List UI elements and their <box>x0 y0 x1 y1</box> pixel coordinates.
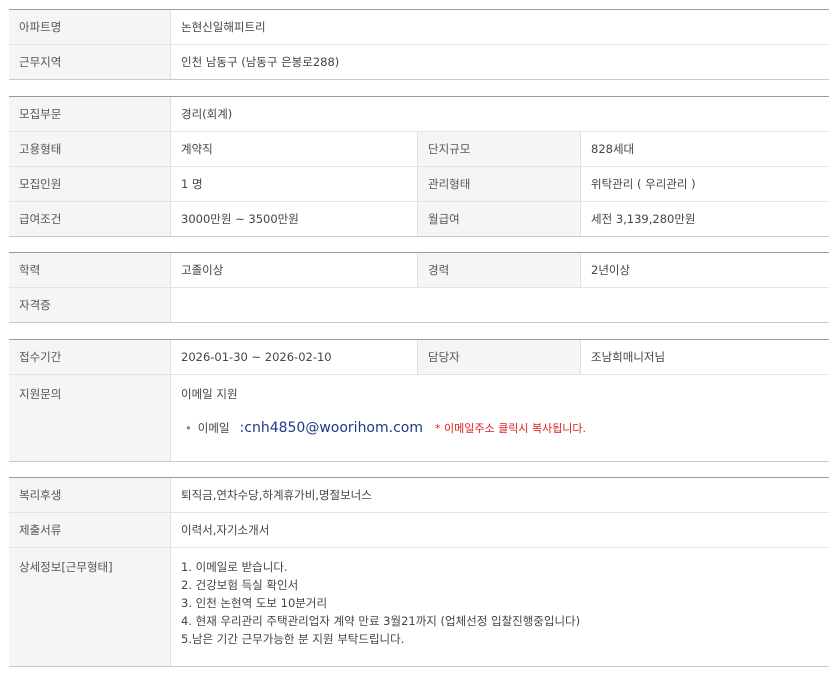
education-value: 고졸이상 <box>171 253 418 287</box>
headcount-value: 1 명 <box>171 167 418 201</box>
category-row: 모집부문 경리(회계) <box>9 97 829 131</box>
inquiry-value: 이메일 지원 • 이메일 :cnh4850@woorihom.com * 이메일… <box>171 375 829 461</box>
work-area-value: 인천 남동구 (남동구 은봉로288) <box>181 55 340 69</box>
headcount-row: 모집인원 1 명 관리형태 위탁관리 ( 우리관리 ) <box>9 166 829 201</box>
apartment-value: 논현신일해피트리 <box>181 20 266 34</box>
detail-line: 3. 인천 논현역 도보 10분거리 <box>181 596 328 610</box>
extra-info-table: 복리후생 퇴직금,연차수당,하계휴가비,명절보너스 제출서류 이력서,자기소개서… <box>9 477 829 667</box>
qualification-table: 학력 고졸이상 경력 2년이상 자격증 <box>9 252 829 323</box>
management-value: 위탁관리 ( 우리관리 ) <box>591 177 696 191</box>
salary-label: 급여조건 <box>9 202 171 236</box>
period-label: 접수기간 <box>9 340 171 374</box>
bullet-icon: • <box>185 421 192 435</box>
email-copy-note: * 이메일주소 클릭시 복사됩니다. <box>435 422 587 435</box>
work-area-label: 근무지역 <box>9 45 171 79</box>
manager-value: 조남희매니저님 <box>591 350 666 364</box>
salary-value: 3000만원 ~ 3500만원 <box>171 202 418 236</box>
monthly-salary-label: 월급여 <box>418 202 581 236</box>
work-area-row: 근무지역 인천 남동구 (남동구 은봉로288) <box>9 44 829 79</box>
license-value <box>171 288 829 322</box>
application-table: 접수기간 2026-01-30 ~ 2026-02-10 담당자 조남희매니저님… <box>9 339 829 462</box>
apartment-row: 아파트명 논현신일해피트리 <box>9 10 829 44</box>
recruit-info-table: 모집부문 경리(회계) 고용형태 계약직 단지규모 828세대 모집인원 1 명… <box>9 96 829 237</box>
detail-label: 상세정보[근무형태] <box>9 548 171 666</box>
basic-info-table: 아파트명 논현신일해피트리 근무지역 인천 남동구 (남동구 은봉로288) <box>9 9 829 80</box>
employment-value: 계약직 <box>171 132 418 166</box>
manager-label: 담당자 <box>418 340 581 374</box>
detail-line: 5.남은 기간 근무가능한 분 지원 부탁드립니다. <box>181 632 405 646</box>
welfare-label: 복리후생 <box>9 478 171 512</box>
period-value: 2026-01-30 ~ 2026-02-10 <box>171 340 418 374</box>
inquiry-label: 지원문의 <box>9 375 171 461</box>
headcount-label: 모집인원 <box>9 167 171 201</box>
education-row: 학력 고졸이상 경력 2년이상 <box>9 253 829 287</box>
monthly-salary-value: 세전 3,139,280만원 <box>591 212 696 226</box>
management-label: 관리형태 <box>418 167 581 201</box>
welfare-row: 복리후생 퇴직금,연차수당,하계휴가비,명절보너스 <box>9 478 829 512</box>
category-label: 모집부문 <box>9 97 171 131</box>
detail-value: 1. 이메일로 받습니다. 2. 건강보험 득실 확인서 3. 인천 논현역 도… <box>171 548 829 666</box>
documents-label: 제출서류 <box>9 513 171 547</box>
experience-value: 2년이상 <box>591 263 631 277</box>
email-link[interactable]: :cnh4850@woorihom.com <box>240 421 423 435</box>
documents-value: 이력서,자기소개서 <box>181 523 270 537</box>
documents-row: 제출서류 이력서,자기소개서 <box>9 512 829 547</box>
employment-row: 고용형태 계약직 단지규모 828세대 <box>9 131 829 166</box>
detail-line: 1. 이메일로 받습니다. <box>181 560 288 574</box>
inquiry-row: 지원문의 이메일 지원 • 이메일 :cnh4850@woorihom.com … <box>9 374 829 461</box>
scale-value: 828세대 <box>591 142 635 156</box>
scale-label: 단지규모 <box>418 132 581 166</box>
license-row: 자격증 <box>9 287 829 322</box>
salary-row: 급여조건 3000만원 ~ 3500만원 월급여 세전 3,139,280만원 <box>9 201 829 236</box>
experience-label: 경력 <box>418 253 581 287</box>
license-label: 자격증 <box>9 288 171 322</box>
category-value: 경리(회계) <box>181 107 233 121</box>
employment-label: 고용형태 <box>9 132 171 166</box>
education-label: 학력 <box>9 253 171 287</box>
email-line: • 이메일 :cnh4850@woorihom.com * 이메일주소 클릭시 … <box>181 421 829 436</box>
period-row: 접수기간 2026-01-30 ~ 2026-02-10 담당자 조남희매니저님 <box>9 340 829 374</box>
detail-line: 2. 건강보험 득실 확인서 <box>181 578 299 592</box>
detail-row: 상세정보[근무형태] 1. 이메일로 받습니다. 2. 건강보험 득실 확인서 … <box>9 547 829 666</box>
detail-line: 4. 현재 우리관리 주택관리업자 계약 만료 3월21까지 (업체선정 입찰진… <box>181 614 581 628</box>
welfare-value: 퇴직금,연차수당,하계휴가비,명절보너스 <box>181 488 372 502</box>
apartment-label: 아파트명 <box>9 10 171 44</box>
email-label: 이메일 <box>197 421 230 435</box>
inquiry-method: 이메일 지원 <box>181 387 238 401</box>
